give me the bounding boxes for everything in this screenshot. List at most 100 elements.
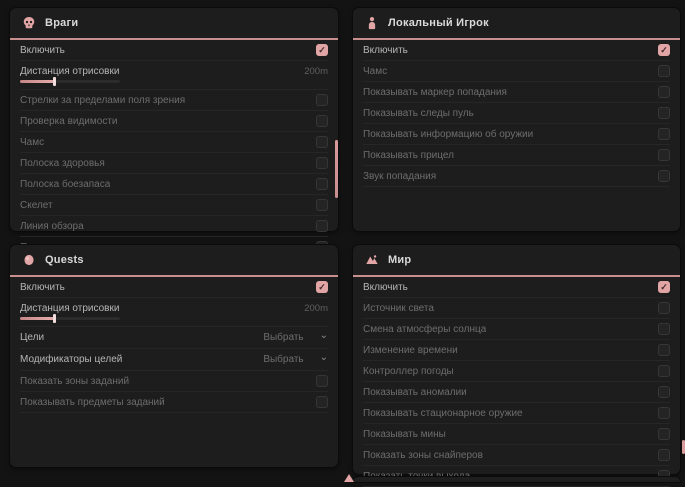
row-enemies-0[interactable]: Включить ✓ (20, 40, 328, 61)
checkbox[interactable] (316, 178, 328, 190)
panel-scrollbar-thumb[interactable] (335, 140, 338, 198)
row-world-2[interactable]: Смена атмосферы солнца (363, 319, 670, 340)
row-quests-5[interactable]: Показывать предметы заданий (20, 392, 328, 413)
row-label: Показать зоны заданий (20, 376, 129, 387)
checkbox[interactable] (316, 375, 328, 387)
slider[interactable] (20, 80, 120, 83)
row-world-5[interactable]: Показывать аномалии (363, 382, 670, 403)
checkbox[interactable] (658, 65, 670, 77)
checkbox[interactable]: ✓ (316, 281, 328, 293)
checkbox[interactable] (658, 428, 670, 440)
checkbox[interactable] (316, 220, 328, 232)
select-value[interactable]: Выбрать (263, 354, 303, 365)
quest-icon (22, 253, 36, 267)
row-quests-4[interactable]: Показать зоны заданий (20, 371, 328, 392)
row-enemies-4[interactable]: Чамс (20, 132, 328, 153)
checkbox[interactable] (316, 94, 328, 106)
panel-title: Мир (388, 254, 411, 266)
row-world-6[interactable]: Показывать стационарное оружие (363, 403, 670, 424)
checkbox[interactable] (316, 136, 328, 148)
checkbox[interactable] (658, 449, 670, 461)
row-enemies-7[interactable]: Скелет (20, 195, 328, 216)
row-label: Модификаторы целей (20, 354, 122, 365)
row-local-player-5[interactable]: Показывать прицел (363, 145, 670, 166)
row-world-8[interactable]: Показать зоны снайперов (363, 445, 670, 466)
checkbox[interactable]: ✓ (316, 44, 328, 56)
checkbox[interactable] (658, 302, 670, 314)
slider-handle[interactable] (53, 77, 56, 86)
checkbox[interactable] (658, 344, 670, 356)
row-local-player-4[interactable]: Показывать информацию об оружии (363, 124, 670, 145)
row-local-player-0[interactable]: Включить ✓ (363, 40, 670, 61)
row-enemies-6[interactable]: Полоска боезапаса (20, 174, 328, 195)
panel-body: Включить ✓ Дистанция отрисовки 200m Стре… (10, 40, 338, 258)
checkbox[interactable] (658, 407, 670, 419)
row-local-player-1[interactable]: Чамс (363, 61, 670, 82)
person-icon (365, 16, 379, 30)
panel-title: Quests (45, 254, 84, 266)
row-quests-3[interactable]: Модификаторы целей Выбрать ⌄ (20, 349, 328, 371)
checkbox[interactable] (658, 365, 670, 377)
slider-fill (20, 317, 54, 320)
row-label: Показывать информацию об оружии (363, 129, 533, 140)
checkbox[interactable] (658, 170, 670, 182)
checkbox[interactable] (658, 107, 670, 119)
row-quests-0[interactable]: Включить ✓ (20, 277, 328, 298)
row-label: Дистанция отрисовки (20, 66, 119, 77)
row-enemies-2[interactable]: Стрелки за пределами поля зрения (20, 90, 328, 111)
slider-value: 200m (304, 303, 328, 314)
slider-value: 200m (304, 66, 328, 77)
panel-peek-icon (344, 474, 354, 482)
slider[interactable] (20, 317, 120, 320)
row-label: Чамс (363, 66, 387, 77)
row-quests-2[interactable]: Цели Выбрать ⌄ (20, 327, 328, 349)
checkbox[interactable] (658, 128, 670, 140)
panel-title: Локальный Игрок (388, 17, 489, 29)
panel-body: Включить ✓ Дистанция отрисовки 200m Цели… (10, 277, 338, 413)
slider-handle[interactable] (53, 314, 56, 323)
row-world-7[interactable]: Показывать мины (363, 424, 670, 445)
row-label: Смена атмосферы солнца (363, 324, 486, 335)
row-label: Показывать прицел (363, 150, 454, 161)
row-label: Линия обзора (20, 221, 84, 232)
row-world-3[interactable]: Изменение времени (363, 340, 670, 361)
row-enemies-5[interactable]: Полоска здоровья (20, 153, 328, 174)
row-quests-1: Дистанция отрисовки 200m (20, 298, 328, 327)
panel-body: Включить ✓ Источник света Смена атмосфер… (353, 277, 680, 487)
row-label: Стрелки за пределами поля зрения (20, 95, 185, 106)
panel-body: Включить ✓ Чамс Показывать маркер попада… (353, 40, 680, 187)
row-label: Показать зоны снайперов (363, 450, 483, 461)
panel-title: Враги (45, 17, 78, 29)
row-local-player-2[interactable]: Показывать маркер попадания (363, 82, 670, 103)
slider-fill (20, 80, 54, 83)
checkbox[interactable] (316, 199, 328, 211)
row-label: Включить (363, 282, 408, 293)
row-local-player-6[interactable]: Звук попадания (363, 166, 670, 187)
row-world-0[interactable]: Включить ✓ (363, 277, 670, 298)
select-value[interactable]: Выбрать (263, 332, 303, 343)
panel-local-player: Локальный Игрок Включить ✓ Чамс Показыва… (353, 8, 680, 231)
checkbox[interactable] (316, 115, 328, 127)
mountain-icon (365, 253, 379, 267)
next-panel-top-edge (353, 477, 680, 482)
chevron-down-icon: ⌄ (320, 353, 328, 363)
checkbox[interactable] (658, 323, 670, 335)
checkbox[interactable] (658, 386, 670, 398)
checkbox[interactable]: ✓ (658, 281, 670, 293)
checkbox[interactable] (316, 396, 328, 408)
checkbox[interactable]: ✓ (658, 44, 670, 56)
row-world-4[interactable]: Контроллер погоды (363, 361, 670, 382)
checkbox[interactable] (658, 149, 670, 161)
row-label: Звук попадания (363, 171, 436, 182)
checkbox[interactable] (316, 157, 328, 169)
row-label: Полоска боезапаса (20, 179, 110, 190)
checkbox[interactable] (658, 86, 670, 98)
row-label: Чамс (20, 137, 44, 148)
row-local-player-3[interactable]: Показывать следы пуль (363, 103, 670, 124)
row-world-1[interactable]: Источник света (363, 298, 670, 319)
panel-header: Локальный Игрок (353, 8, 680, 40)
row-enemies-8[interactable]: Линия обзора (20, 216, 328, 237)
row-label: Показывать предметы заданий (20, 397, 165, 408)
row-label: Проверка видимости (20, 116, 118, 127)
row-enemies-3[interactable]: Проверка видимости (20, 111, 328, 132)
